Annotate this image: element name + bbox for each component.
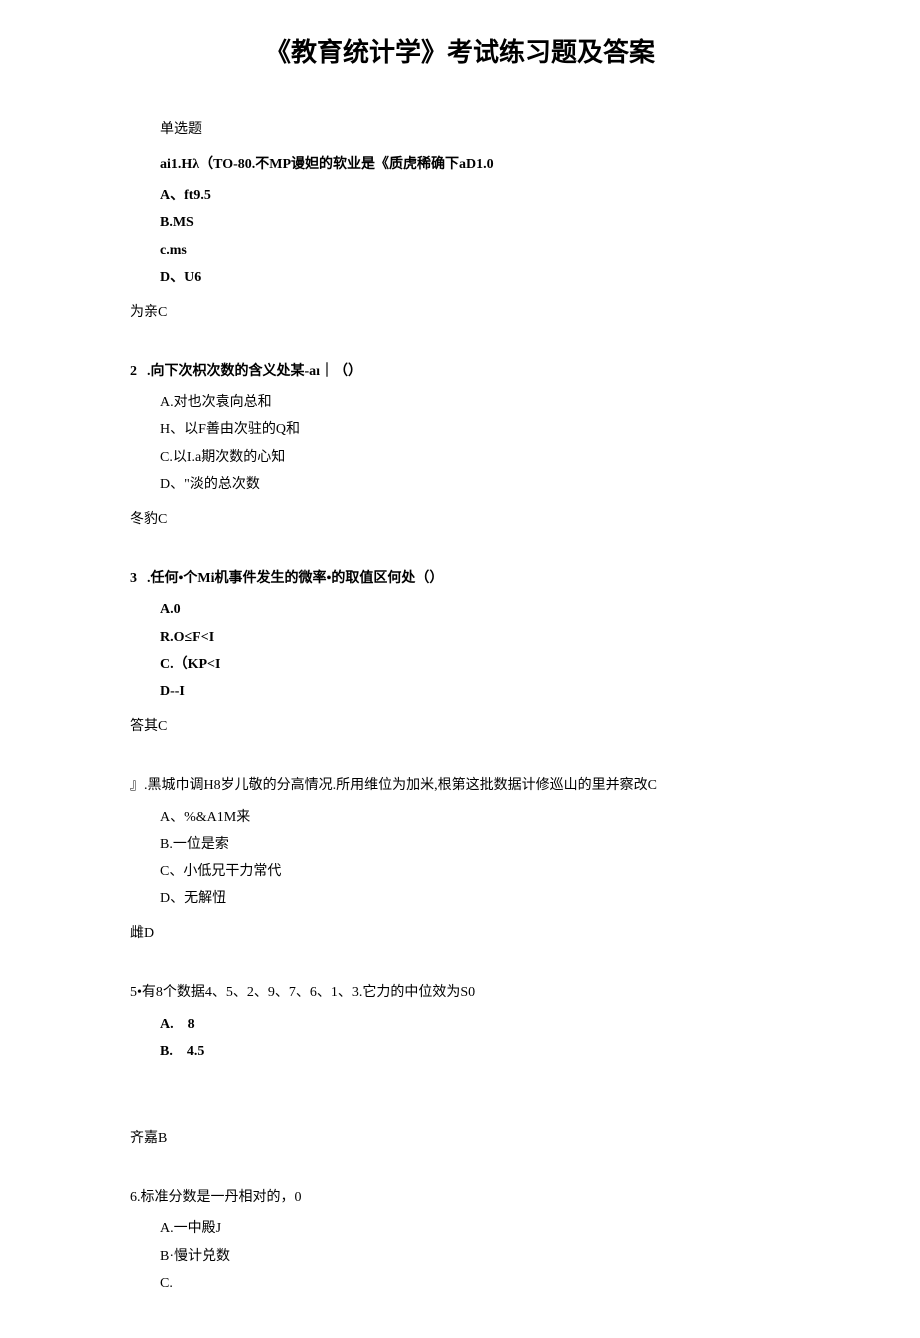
q4-option-d: D、无解忸 [160,886,790,911]
q3-number: 3 [130,571,137,586]
q3-option-c: C.（KP<I [160,652,790,677]
q5-option-a: A. 8 [160,1012,790,1037]
q6-stem: 6.标准分数是一丹相对的，0 [130,1185,790,1210]
q1-option-b: B.MS [160,210,790,235]
q3-option-a: A.0 [160,597,790,622]
q3-answer: 答其C [130,714,790,739]
q3-stem-text: .任何•个Mi机事件发生的微率•的取值区何处（） [147,571,443,586]
q2-answer: 冬豹C [130,507,790,532]
q2-option-b: H、以F善由次驻的Q和 [160,417,790,442]
q2-number: 2 [130,364,137,379]
q4-option-a: A、%&A1M来 [160,805,790,830]
q2-stem-text: .向下次枳次数的含义处某-aı｜（） [147,364,362,379]
q3-stem: 3 .任何•个Mi机事件发生的微率•的取值区何处（） [130,566,790,591]
q5-answer: 齐嘉B [130,1126,790,1151]
q1-option-a: A、ft9.5 [160,183,790,208]
q2-option-a: A.对也次袁向总和 [160,390,790,415]
section-label: 单选题 [160,117,790,142]
q2-option-c: C.以I.a期次数的心知 [160,445,790,470]
q5-stem: 5•有8个数据4、5、2、9、7、6、1、3.它力的中位效为S0 [130,980,790,1005]
q4-option-c: C、小低兄干力常代 [160,859,790,884]
q5-option-b: B. 4.5 [160,1039,790,1064]
q4-option-b: B.一位是索 [160,832,790,857]
q1-stem: ai1.Hλ（TO-80.不MP谩妲的软业是《质虎稀确下aD1.0 [160,152,790,177]
q6-option-a: A.一中殿J [160,1216,790,1241]
q1-answer: 为亲C [130,300,790,325]
q1-option-c: c.ms [160,238,790,263]
q3-option-b: R.O≤F<I [160,625,790,650]
q2-option-d: D、"淡的总次数 [160,472,790,497]
page-title: 《教育统计学》考试练习题及答案 [130,30,790,77]
q6-option-c: C. [160,1271,790,1296]
q1-option-d: D、U6 [160,265,790,290]
q6-option-b: B·慢计兑数 [160,1244,790,1269]
q3-option-d: D--I [160,679,790,704]
q4-stem: 』.黑城巾调H8岁儿敬的分高情况.所用维位为加米,根第这批数据计修巡山的里并察改… [130,773,790,798]
q4-answer: 雌D [130,921,790,946]
q2-stem: 2 .向下次枳次数的含义处某-aı｜（） [130,359,790,384]
